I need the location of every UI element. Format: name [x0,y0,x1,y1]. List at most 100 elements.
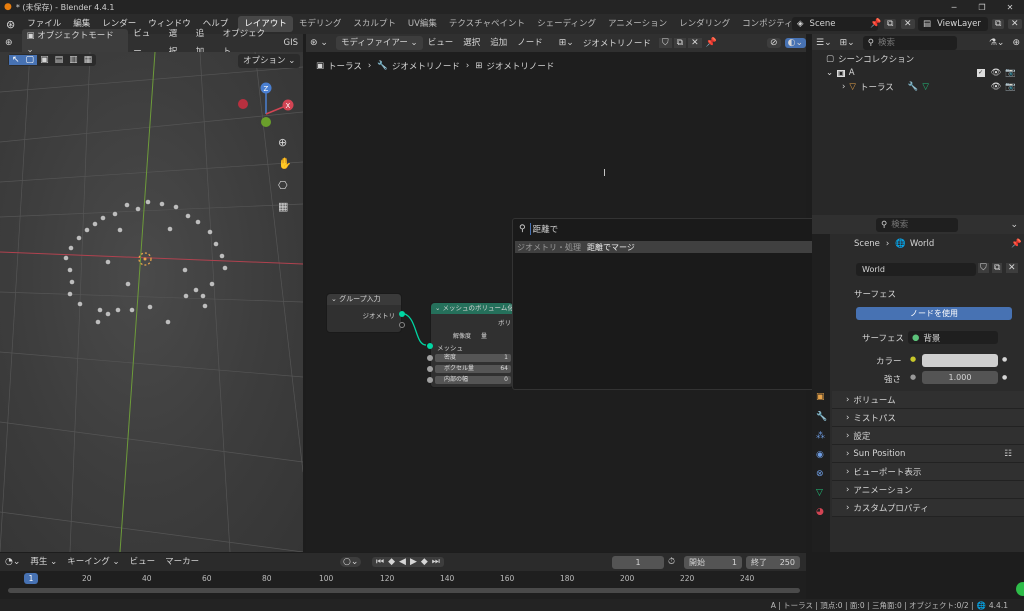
density-socket[interactable] [427,355,433,361]
modifier-tab-icon[interactable]: 🔧 [816,412,827,422]
visibility-eye-icon[interactable]: 👁 [991,68,1002,78]
tab-rendering[interactable]: レンダリング [673,16,736,32]
panel-custom-properties[interactable]: › カスタムプロパティ [832,499,1024,517]
properties-editor[interactable]: Scene › 🌐 World 📌 World ⛉ ⧉ ✕ サーフェス ノードを… [812,234,1024,552]
tab-texture-paint[interactable]: テクスチャペイント [443,16,531,32]
play-icon[interactable]: ▶ [408,557,419,567]
outliner-object-torus[interactable]: › ▽ トーラス 🔧 ▽ 👁 📷 [812,80,1024,94]
new-collection-icon[interactable]: ⊕ [1008,38,1024,48]
start-frame-field[interactable]: 開始 1 [684,555,742,569]
outliner-collection-a[interactable]: ⌄ ▣ A ✓ 👁 📷 [812,66,1024,80]
jump-end-icon[interactable]: ⏭ [430,557,442,567]
surface-panel-header[interactable]: サーフェス [854,288,896,300]
tab-modeling[interactable]: モデリング [293,16,348,32]
end-frame-field[interactable]: 終了 250 [746,555,800,569]
node-menu-select[interactable]: 選択 [458,34,485,52]
properties-options-icon[interactable]: ⌄ [1004,220,1024,230]
group-input-empty-socket[interactable] [399,322,405,328]
delete-scene-icon[interactable]: ✕ [901,19,915,29]
editor-type-icon[interactable]: ⊕ [0,38,18,48]
zoom-icon[interactable]: ⊕ [278,136,287,149]
group-input-header[interactable]: ⌄ グループ入力 [327,294,401,305]
node-editor-type-icon[interactable]: ⊛ ⌄ [306,38,332,48]
surface-shader-selector[interactable]: ● 背景 [908,331,998,344]
expand-chevron-icon[interactable]: › [842,82,845,92]
particles-tab-icon[interactable]: ⁂ [816,431,825,441]
world-unlink-icon[interactable]: ✕ [1006,263,1018,273]
timeline-scrubber[interactable]: 1 20 40 60 80 100 120 140 160 180 200 22… [0,571,806,599]
outliner-editor-type-icon[interactable]: ☰⌄ [812,38,836,48]
voxel-amount-socket[interactable] [427,366,433,372]
maximize-icon[interactable]: ❐ [968,3,996,12]
node-menu-node[interactable]: ノード [512,34,548,52]
node-tree-name[interactable]: ジオメトリノード [583,37,651,49]
interior-band-field[interactable]: 内部の幅 0 [435,376,511,384]
options-dropdown[interactable]: オプション ⌄ [238,54,301,68]
object-tab-icon[interactable]: ▣ [816,392,825,402]
minimize-icon[interactable]: ─ [940,3,968,12]
mesh-to-volume-header[interactable]: ⌄ メッシュのボリューム化 [431,303,513,314]
timeline-menu-marker[interactable]: マーカー [160,553,204,571]
node-group-icon[interactable]: ⊞⌄ [556,38,577,48]
outliner-scene-collection[interactable]: ▢ シーンコレクション [812,52,1024,66]
node-search-box[interactable]: ⚲ 距離で [515,221,849,237]
stopwatch-icon[interactable]: ⏱ [668,557,675,567]
density-field[interactable]: 密度 1 [435,354,511,362]
node-editor-canvas[interactable]: ▣ トーラス › 🔧 ジオメトリノード › ⊞ ジオメトリノード I ⌄ グルー… [306,52,852,552]
physics-tab-icon[interactable]: ◉ [816,450,824,460]
node-search-input[interactable]: 距離で [529,223,558,235]
render-camera-icon[interactable]: 📷 [1005,82,1016,92]
delete-view-layer-icon[interactable]: ✕ [1008,19,1022,29]
timeline-menu-keying[interactable]: キーイング ⌄ [62,553,124,571]
use-nodes-button[interactable]: ノードを使用 [856,307,1012,320]
outliner[interactable]: ▢ シーンコレクション ⌄ ▣ A ✓ 👁 📷 › ▽ トーラス 🔧 ▽ 👁 📷 [812,50,1024,215]
constraints-tab-icon[interactable]: ⊗ [816,469,824,479]
select-invert-icon[interactable]: ▥ [66,55,81,65]
outliner-display-mode-icon[interactable]: ⊞⌄ [836,38,859,48]
timeline-editor-type-icon[interactable]: ◔⌄ [0,557,25,567]
new-scene-icon[interactable]: ⧉ [884,19,897,29]
navigation-gizmo[interactable]: Z X [236,82,296,127]
select-extend-icon[interactable]: ▣ [37,55,52,65]
tab-shading[interactable]: シェーディング [531,16,602,32]
color-swatch[interactable] [922,354,998,367]
panel-mist-pass[interactable]: › ミストパス [832,409,1024,427]
snap-icon[interactable]: ⊘ [767,38,781,48]
outliner-search-field[interactable]: ⚲ 検索 [862,36,957,50]
panel-settings[interactable]: › 設定 [832,427,1024,445]
jump-keyframe-back-icon[interactable]: ◆ [386,557,397,567]
world-selector[interactable]: World [856,263,976,276]
tab-sculpt[interactable]: スカルプト [347,16,402,32]
3d-viewport[interactable]: ↖ ▢ ▣ ▤ ▥ ▦ オプション ⌄ Z X ⊕ ✋ ⎔ ▦ [0,52,303,552]
interior-band-socket[interactable] [427,377,433,383]
tab-uv-editing[interactable]: UV編集 [402,16,443,32]
unlink-tree-icon[interactable]: ✕ [688,38,702,48]
overlay-icon[interactable]: ◐⌄ [784,38,806,48]
render-camera-icon[interactable]: 📷 [1005,68,1016,78]
mesh-to-volume-node[interactable]: ⌄ メッシュのボリューム化 ボリ 解像度 量 メッシュ 密度 1 ボクセル量 64 … [427,302,514,388]
select-cursor-icon[interactable]: ↖ [9,55,23,65]
material-tab-icon[interactable]: ◕ [816,507,824,517]
pin-icon[interactable]: 📌 [870,19,881,29]
jump-start-icon[interactable]: ⏮ [374,557,386,567]
select-new-icon[interactable]: ▢ [22,55,38,65]
new-view-layer-icon[interactable]: ⧉ [992,19,1005,29]
play-reverse-icon[interactable]: ◀ [397,557,408,567]
current-frame-field[interactable]: 1 [612,555,664,569]
timeline-scrollbar[interactable] [8,588,800,593]
group-input-geometry-socket[interactable] [399,311,405,317]
scene-selector[interactable]: ◈ Scene [792,17,878,31]
resolution-value[interactable]: 量 [481,331,487,340]
fake-user-shield-icon[interactable]: ⛉ [658,38,672,48]
world-fake-user-icon[interactable]: ⛉ [978,263,989,273]
blender-menu-icon[interactable]: ⊛ [0,18,21,31]
node-menu-view[interactable]: ビュー [423,34,459,52]
strength-socket-icon[interactable]: ● [910,373,916,381]
properties-search-field[interactable]: ⚲ 検索 [876,217,958,232]
node-menu-add[interactable]: 追加 [485,34,512,52]
select-intersect-icon[interactable]: ▦ [81,55,96,65]
current-frame-indicator[interactable]: 1 [24,573,38,584]
visibility-eye-icon[interactable]: 👁 [991,82,1002,92]
camera-view-icon[interactable]: ⎔ [278,179,288,192]
tab-animation[interactable]: アニメーション [602,16,673,32]
